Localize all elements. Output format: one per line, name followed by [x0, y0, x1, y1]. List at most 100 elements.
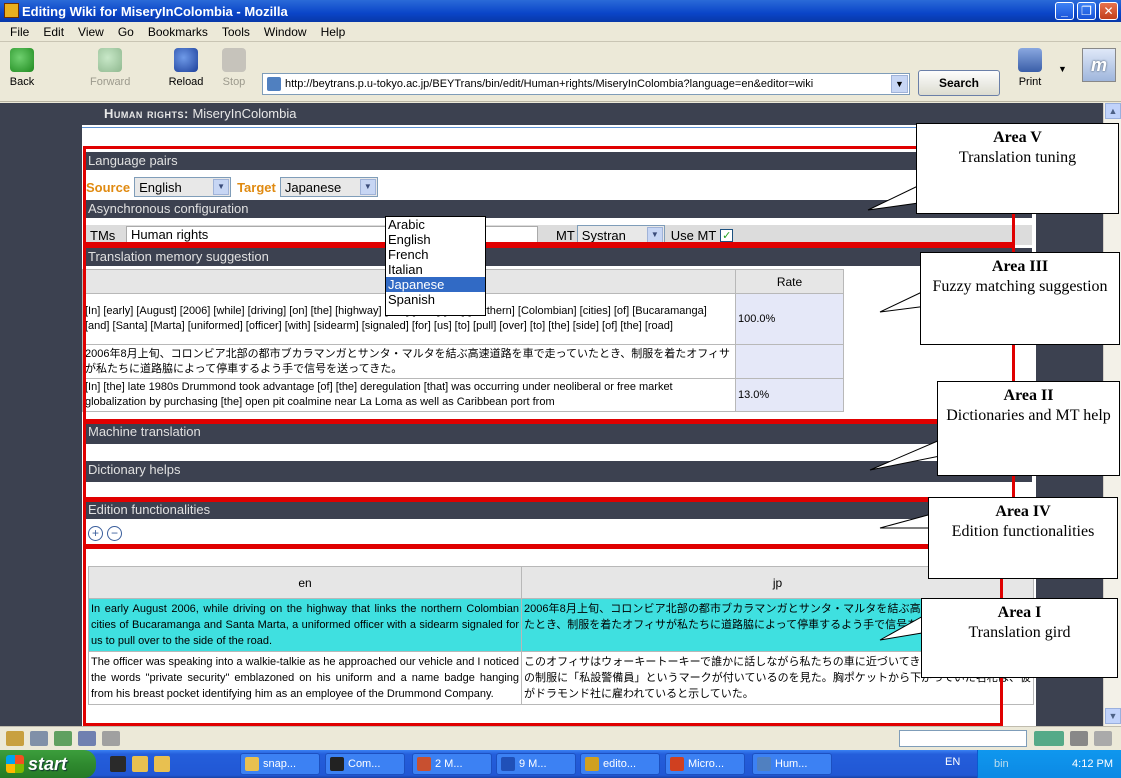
chevron-down-icon: ▼ [213, 179, 230, 195]
reload-button[interactable]: Reload [166, 48, 206, 88]
machine-translation-panel [86, 444, 1032, 461]
suggestion-text: 2006年8月上旬、コロンビア北部の都市ブカラマンガとサンタ・マルタを結ぶ高速道… [82, 344, 736, 379]
menu-help[interactable]: Help [321, 25, 346, 39]
callout-title: Area III [991, 258, 1049, 275]
taskbar-item[interactable]: 2 M... [412, 753, 492, 775]
stop-button[interactable]: Stop [214, 48, 254, 88]
powerpoint-icon [670, 757, 684, 771]
window-titlebar[interactable]: Editing Wiki for MiseryInColombia - Mozi… [0, 0, 1121, 22]
mail-icon[interactable] [30, 731, 48, 746]
url-dropdown-icon[interactable]: ▼ [891, 75, 908, 93]
breadcrumb-topic[interactable]: MiseryInColombia [192, 106, 296, 121]
table-row[interactable]: 2006年8月上旬、コロンビア北部の都市ブカラマンガとサンタ・マルタを結ぶ高速道… [82, 344, 844, 379]
language-pairs-header[interactable]: Language pairs [86, 152, 1032, 170]
callout-title: Area I [997, 604, 1042, 621]
dropdown-option-arabic[interactable]: Arabic [386, 217, 485, 232]
stop-label: Stop [222, 76, 246, 88]
grid-cell-en[interactable]: The officer was speaking into a walkie-t… [88, 651, 522, 705]
taskbar: start snap... Com... 2 M... 9 M... edito… [0, 750, 1121, 778]
menu-file[interactable]: File [10, 25, 29, 39]
grid-cell-en[interactable]: In early August 2006, while driving on t… [88, 598, 522, 652]
taskbar-item[interactable]: snap... [240, 753, 320, 775]
url-bar[interactable]: http://beytrans.p.u-tokyo.ac.jp/BEYTrans… [262, 73, 910, 95]
scroll-down-icon[interactable]: ▼ [1105, 708, 1121, 724]
machine-translation-header[interactable]: Machine translation [86, 423, 1032, 444]
print-button[interactable]: Print [1010, 48, 1050, 88]
menu-edit[interactable]: Edit [43, 25, 64, 39]
task-label: Micro... [688, 758, 725, 770]
minimize-button[interactable]: _ [1055, 2, 1074, 20]
rate-column-header: Rate [735, 269, 844, 294]
address-book-icon[interactable] [78, 731, 96, 746]
dictionary-helps-title: Dictionary helps [88, 462, 181, 477]
source-language-select[interactable]: English ▼ [134, 177, 232, 197]
table-row[interactable]: In early August 2006, while driving on t… [88, 598, 1034, 652]
clock[interactable]: 4:12 PM [1072, 758, 1113, 770]
search-button[interactable]: Search [918, 70, 1000, 96]
taskbar-item[interactable]: Hum... [752, 753, 832, 775]
menu-view[interactable]: View [78, 25, 104, 39]
suggestion-text: [In] [the] late 1980s Drummond took adva… [82, 378, 736, 412]
chevron-down-icon: ▼ [359, 179, 376, 195]
forward-button[interactable]: Forward [90, 48, 130, 88]
print-dropdown-icon[interactable]: ▼ [1058, 64, 1067, 74]
progress-field [899, 730, 1027, 747]
system-tray: bin 4:12 PM [977, 750, 1121, 778]
target-language-select[interactable]: Japanese ▼ [279, 177, 378, 197]
status-bar [0, 726, 1121, 750]
dropdown-option-french[interactable]: French [386, 247, 485, 262]
use-mt-checkbox[interactable]: ✓ [720, 228, 734, 242]
lock-icon [1094, 731, 1112, 746]
menu-go[interactable]: Go [118, 25, 134, 39]
close-button[interactable]: ✕ [1099, 2, 1118, 20]
dropdown-option-italian[interactable]: Italian [386, 262, 485, 277]
online-status-icon[interactable] [1034, 731, 1064, 746]
edition-header[interactable]: Edition functionalities [86, 501, 1032, 519]
taskbar-item[interactable]: Micro... [665, 753, 745, 775]
table-row[interactable]: The officer was speaking into a walkie-t… [88, 651, 1034, 705]
dictionary-helps-header[interactable]: Dictionary helps [86, 461, 1032, 482]
start-button[interactable]: start [0, 750, 96, 778]
back-label: Back [9, 76, 35, 88]
scroll-up-icon[interactable]: ▲ [1105, 103, 1121, 119]
composer-icon[interactable] [54, 731, 72, 746]
windows-flag-icon [6, 755, 24, 773]
language-indicator[interactable]: EN [945, 756, 960, 768]
menu-tools[interactable]: Tools [222, 25, 250, 39]
table-row[interactable]: [In] [the] late 1980s Drummond took adva… [82, 378, 844, 412]
mt-engine-select[interactable]: Systran ▼ [576, 225, 665, 245]
irc-icon[interactable] [102, 731, 120, 746]
dropdown-option-japanese[interactable]: Japanese [386, 277, 485, 292]
cmd-icon [330, 757, 344, 771]
component-icon[interactable] [6, 731, 24, 746]
taskbar-item[interactable]: Com... [325, 753, 405, 775]
folder-quicklaunch-icon[interactable] [154, 756, 170, 772]
taskbar-item[interactable]: 9 M... [496, 753, 576, 775]
dropdown-option-english[interactable]: English [386, 232, 485, 247]
breadcrumb-section[interactable]: Human rights: [104, 106, 189, 121]
target-language-dropdown[interactable]: Arabic English French Italian Japanese S… [385, 216, 486, 316]
translation-grid: en jp In early August 2006, while drivin… [88, 566, 1034, 705]
callout-area-ii: Area II Dictionaries and MT help [937, 381, 1120, 476]
stop-icon [222, 48, 246, 72]
add-row-button[interactable]: + [88, 526, 103, 541]
menu-window[interactable]: Window [264, 25, 307, 39]
maximize-button[interactable]: ❐ [1077, 2, 1096, 20]
folder-quicklaunch-icon[interactable] [132, 756, 148, 772]
taskbar-item[interactable]: edito... [580, 753, 660, 775]
use-mt-label: Use MT [670, 227, 717, 243]
dropdown-option-spanish[interactable]: Spanish [386, 292, 485, 307]
machine-translation-title: Machine translation [88, 424, 201, 439]
task-label: edito... [603, 758, 637, 770]
async-config-header[interactable]: Asynchronous configuration [86, 200, 1032, 218]
menu-bookmarks[interactable]: Bookmarks [148, 25, 208, 39]
source-label: Source [86, 179, 131, 195]
cmd-quicklaunch-icon[interactable] [110, 756, 126, 772]
editor-icon [585, 757, 599, 771]
tm-suggestion-header[interactable]: Translation memory suggestion [86, 248, 1032, 266]
suggestion-rate: 100.0% [735, 293, 844, 345]
remove-row-button[interactable]: − [107, 526, 122, 541]
callout-title: Area II [1003, 387, 1054, 404]
callout-desc: Translation gird [968, 624, 1071, 641]
back-button[interactable]: Back [2, 48, 42, 88]
